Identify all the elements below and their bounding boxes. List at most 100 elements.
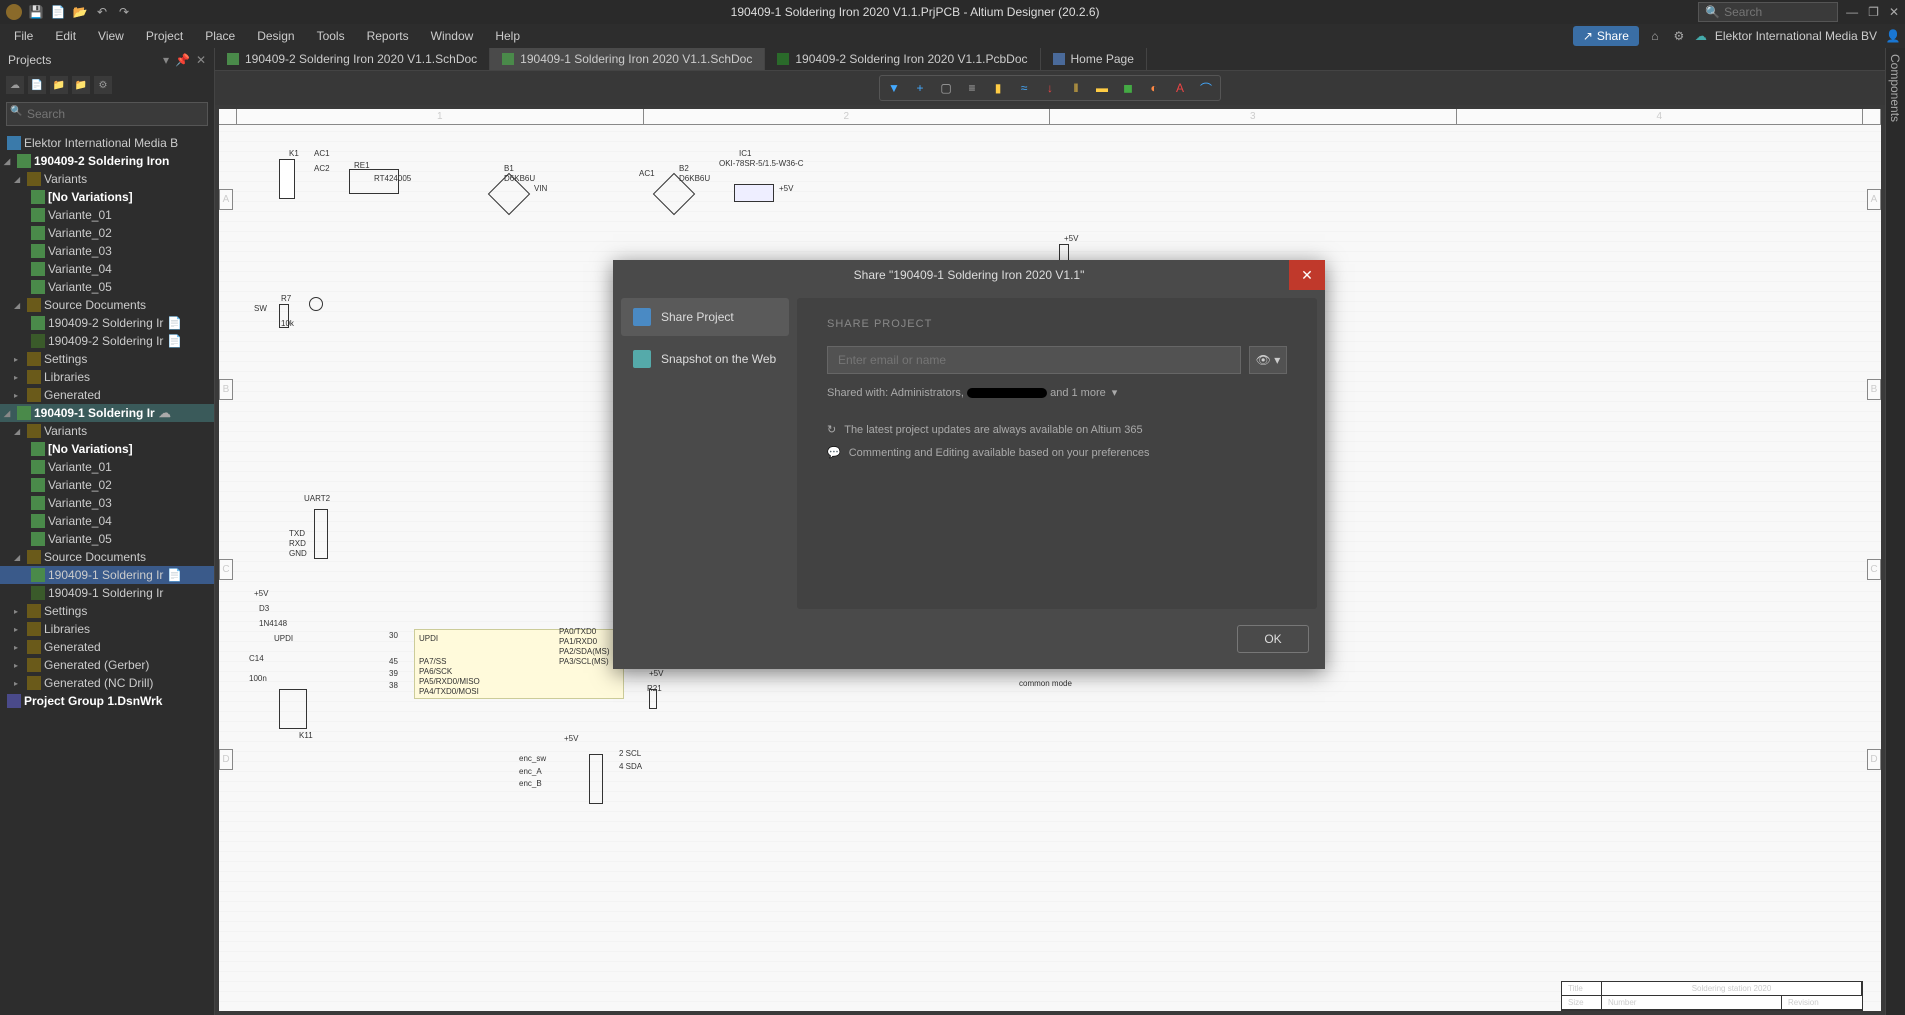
document-node[interactable]: 190409-2 Soldering Ir📄	[0, 332, 214, 350]
components-panel-tab[interactable]: Components	[1886, 48, 1904, 128]
menu-edit[interactable]: Edit	[45, 26, 86, 46]
redo-icon[interactable]: ↷	[116, 4, 132, 20]
folder-node[interactable]: ▸Settings	[0, 350, 214, 368]
folder-icon	[27, 658, 41, 672]
folder-node[interactable]: ▸Libraries	[0, 368, 214, 386]
source-docs-folder[interactable]: ◢Source Documents	[0, 296, 214, 314]
dirty-icon: 📄	[167, 334, 182, 348]
folder-node[interactable]: ▸Generated	[0, 638, 214, 656]
variant-node[interactable]: Variante_05	[0, 530, 214, 548]
yellow-block-icon[interactable]: ▬	[1090, 78, 1114, 98]
menu-window[interactable]: Window	[421, 26, 484, 46]
source-docs-folder[interactable]: ◢Source Documents	[0, 548, 214, 566]
dialog-close-button[interactable]: ✕	[1289, 260, 1325, 290]
orange-icon[interactable]: ◐	[1142, 78, 1166, 98]
user-avatar-icon[interactable]: 👤	[1885, 28, 1901, 44]
share-button[interactable]: ↗ Share	[1573, 26, 1639, 46]
folder-node[interactable]: ▸Generated	[0, 386, 214, 404]
no-variations-node[interactable]: [No Variations]	[0, 440, 214, 458]
variant-icon	[31, 280, 45, 294]
variants-folder[interactable]: ◢Variants	[0, 422, 214, 440]
no-variations-node[interactable]: [No Variations]	[0, 188, 214, 206]
green-dot-icon[interactable]: ◼	[1116, 78, 1140, 98]
text-icon[interactable]: A	[1168, 78, 1192, 98]
folder-icon	[27, 388, 41, 402]
variant-node[interactable]: Variante_01	[0, 206, 214, 224]
visibility-dropdown[interactable]: 👁 ▾	[1249, 346, 1287, 374]
document-node[interactable]: 190409-2 Soldering Ir📄	[0, 314, 214, 332]
variant-node[interactable]: Variante_03	[0, 494, 214, 512]
ok-button[interactable]: OK	[1237, 625, 1309, 653]
close-window-icon[interactable]: ✕	[1889, 5, 1899, 19]
menu-place[interactable]: Place	[195, 26, 245, 46]
settings-icon[interactable]: ⚙	[94, 76, 112, 94]
projects-search-input[interactable]	[6, 102, 208, 126]
arc-icon[interactable]: ⌒	[1194, 78, 1218, 98]
menu-project[interactable]: Project	[136, 26, 193, 46]
variant-node[interactable]: Variante_02	[0, 224, 214, 242]
doc-tab[interactable]: 190409-2 Soldering Iron 2020 V1.1.SchDoc	[215, 48, 490, 70]
connect-icon[interactable]: ☁	[6, 76, 24, 94]
menu-reports[interactable]: Reports	[357, 26, 419, 46]
project-node[interactable]: ◢ 190409-2 Soldering Iron	[0, 152, 214, 170]
designator: SW	[254, 304, 267, 313]
doc-tab[interactable]: 190409-2 Soldering Iron 2020 V1.1.PcbDoc	[765, 48, 1040, 70]
global-search[interactable]: 🔍	[1698, 2, 1838, 22]
rect-icon[interactable]: ▢	[934, 78, 958, 98]
undo-icon[interactable]: ↶	[94, 4, 110, 20]
yellow-bar-icon[interactable]: ▮	[986, 78, 1010, 98]
panel-close-icon[interactable]: ✕	[196, 53, 206, 67]
open-folder-icon[interactable]: 📂	[72, 4, 88, 20]
filter-icon[interactable]: ▼	[882, 78, 906, 98]
variant-node[interactable]: Variante_04	[0, 512, 214, 530]
folder2-icon[interactable]: 📁	[72, 76, 90, 94]
projects-panel: Projects ▾ 📌 ✕ ☁ 📄 📁 📁 ⚙ Elektor Interna…	[0, 48, 215, 1015]
menu-file[interactable]: File	[4, 26, 43, 46]
folder-node[interactable]: ▸Libraries	[0, 620, 214, 638]
refresh-icon[interactable]: 📄	[28, 76, 46, 94]
align-icon[interactable]: ≡	[960, 78, 984, 98]
plus-icon[interactable]: +	[908, 78, 932, 98]
wave-icon[interactable]: ≈	[1012, 78, 1036, 98]
document-node[interactable]: 190409-1 Soldering Ir📄	[0, 566, 214, 584]
global-search-input[interactable]	[1724, 5, 1831, 19]
panel-pin-icon[interactable]: 📌	[175, 53, 190, 67]
share-email-input[interactable]	[827, 346, 1241, 374]
document-node[interactable]: 190409-1 Soldering Ir	[0, 584, 214, 602]
variant-node[interactable]: Variante_02	[0, 476, 214, 494]
save-all-icon[interactable]: 📄	[50, 4, 66, 20]
project-node[interactable]: ◢ 190409-1 Soldering Ir ☁	[0, 404, 214, 422]
snapshot-option[interactable]: Snapshot on the Web	[621, 340, 789, 378]
menu-tools[interactable]: Tools	[307, 26, 355, 46]
chevron-down-icon[interactable]: ▾	[1112, 387, 1118, 399]
workspace-node[interactable]: Elektor International Media B	[0, 134, 214, 152]
project-group-node[interactable]: Project Group 1.DsnWrk	[0, 692, 214, 710]
folder-node[interactable]: ▸Settings	[0, 602, 214, 620]
variants-folder[interactable]: ◢ Variants	[0, 170, 214, 188]
folder-node[interactable]: ▸Generated (NC Drill)	[0, 674, 214, 692]
tree-label: Generated (NC Drill)	[44, 676, 153, 690]
share-project-option[interactable]: Share Project	[621, 298, 789, 336]
bars-icon[interactable]: ‖	[1064, 78, 1088, 98]
variant-node[interactable]: Variante_03	[0, 242, 214, 260]
menu-design[interactable]: Design	[247, 26, 304, 46]
folder-icon[interactable]: 📁	[50, 76, 68, 94]
save-icon[interactable]: 💾	[28, 4, 44, 20]
maximize-icon[interactable]: ❐	[1868, 5, 1879, 19]
variant-node[interactable]: Variante_04	[0, 260, 214, 278]
variant-node[interactable]: Variante_05	[0, 278, 214, 296]
menu-help[interactable]: Help	[485, 26, 530, 46]
gear-icon[interactable]: ⚙	[1671, 28, 1687, 44]
doc-tab[interactable]: Home Page	[1041, 48, 1147, 70]
down-arrow-icon[interactable]: ↓	[1038, 78, 1062, 98]
home-icon[interactable]: ⌂	[1647, 28, 1663, 44]
variant-node[interactable]: Variante_01	[0, 458, 214, 476]
doc-tab[interactable]: 190409-1 Soldering Iron 2020 V1.1.SchDoc	[490, 48, 765, 70]
minimize-icon[interactable]: —	[1846, 5, 1858, 19]
workspace-name[interactable]: Elektor International Media BV	[1715, 29, 1877, 43]
panel-dropdown-icon[interactable]: ▾	[163, 53, 169, 67]
folder-node[interactable]: ▸Generated (Gerber)	[0, 656, 214, 674]
menu-view[interactable]: View	[88, 26, 134, 46]
variant-icon	[31, 532, 45, 546]
shared-prefix: Shared with:	[827, 387, 891, 399]
